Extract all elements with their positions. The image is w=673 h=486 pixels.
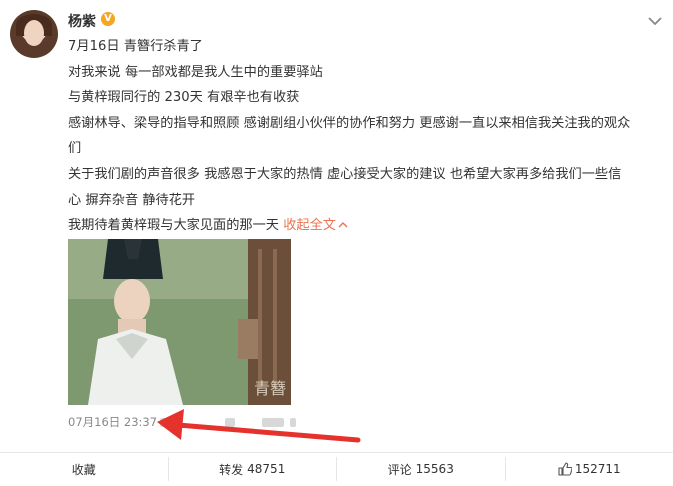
favorite-button[interactable]: 收藏 xyxy=(0,457,168,481)
comment-label: 评论 xyxy=(388,461,412,478)
thumbs-up-icon xyxy=(558,462,572,476)
comment-button[interactable]: 评论 15563 xyxy=(336,457,505,481)
favorite-label: 收藏 xyxy=(72,461,96,478)
annotation-arrow xyxy=(0,0,673,485)
like-button[interactable]: 152711 xyxy=(505,457,673,481)
comment-count: 15563 xyxy=(416,462,454,476)
repost-button[interactable]: 转发 48751 xyxy=(168,457,337,481)
like-count: 152711 xyxy=(575,462,621,476)
action-bar: 收藏 转发 48751 评论 15563 152711 xyxy=(0,452,673,486)
repost-label: 转发 xyxy=(219,461,243,478)
repost-count: 48751 xyxy=(247,462,285,476)
